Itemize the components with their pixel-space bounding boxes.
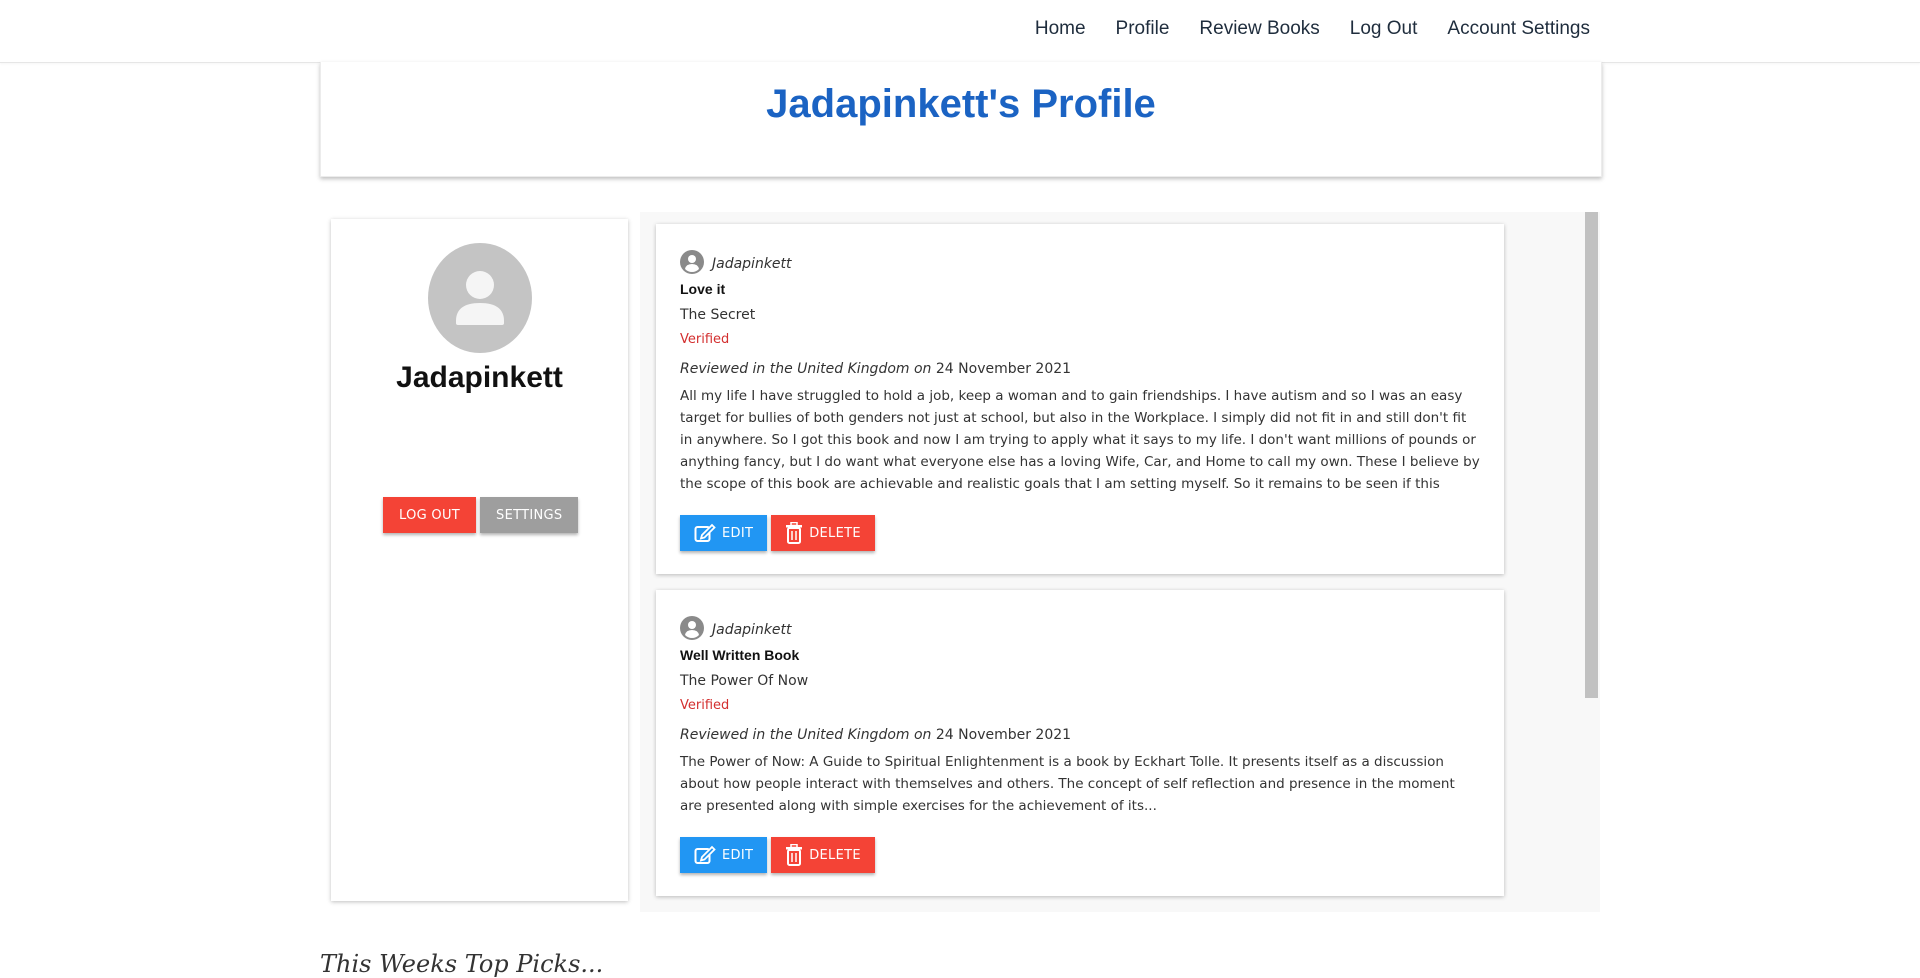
page-title: Jadapinkett's Profile — [766, 82, 1156, 126]
review-location: Reviewed in the United Kingdom on — [680, 361, 932, 377]
review-date: 24 November 2021 — [935, 361, 1072, 377]
logout-button[interactable]: LOG OUT — [383, 497, 477, 533]
edit-label: EDIT — [722, 525, 754, 541]
edit-review-button[interactable]: EDIT — [680, 837, 768, 873]
review-user: Jadapinkett — [680, 616, 792, 640]
review-book-title: The Power Of Now — [680, 673, 809, 689]
nav-review-books-link[interactable]: Review Books — [1199, 18, 1319, 40]
review-card: Jadapinkett Well Written Book The Power … — [656, 590, 1504, 896]
nav-links: Home Profile Review Books Log Out Accoun… — [1005, 18, 1590, 40]
verified-badge: Verified — [680, 698, 730, 713]
profile-card: Jadapinkett LOG OUT SETTINGS — [331, 219, 628, 901]
review-username: Jadapinkett — [712, 622, 792, 638]
page-title-card: Jadapinkett's Profile — [320, 62, 1602, 177]
edit-review-button[interactable]: EDIT — [680, 515, 768, 551]
review-body: The Power of Now: A Guide to Spiritual E… — [680, 754, 1455, 814]
reviews-scrollbar[interactable] — [1585, 212, 1598, 698]
settings-button[interactable]: SETTINGS — [480, 497, 579, 533]
delete-label: DELETE — [809, 525, 861, 541]
top-picks-heading: This Weeks Top Picks... — [320, 950, 604, 978]
review-location: Reviewed in the United Kingdom on — [680, 727, 932, 743]
edit-icon — [694, 523, 716, 542]
review-meta: Reviewed in the United Kingdom on 24 Nov… — [680, 727, 1071, 743]
avatar — [428, 243, 532, 353]
review-user: Jadapinkett — [680, 250, 792, 274]
trash-icon — [786, 844, 803, 866]
review-body: All my life I have struggled to hold a j… — [680, 388, 1480, 492]
delete-label: DELETE — [809, 847, 861, 863]
review-username: Jadapinkett — [712, 256, 792, 272]
edit-label: EDIT — [722, 847, 754, 863]
review-title: Love it — [680, 281, 726, 297]
profile-name: Jadapinkett — [396, 361, 563, 394]
profile-actions: LOG OUT SETTINGS — [383, 497, 579, 533]
user-circle-icon — [680, 250, 704, 274]
review-card: Jadapinkett Love it The Secret Verified … — [656, 224, 1504, 574]
top-navbar: Home Profile Review Books Log Out Accoun… — [0, 0, 1920, 63]
delete-review-button[interactable]: DELETE — [771, 515, 875, 551]
nav-home-link[interactable]: Home — [1035, 18, 1086, 40]
delete-review-button[interactable]: DELETE — [771, 837, 875, 873]
review-title: Well Written Book — [680, 647, 800, 663]
review-meta: Reviewed in the United Kingdom on 24 Nov… — [680, 361, 1071, 377]
review-actions: EDIT DELETE — [680, 515, 875, 551]
verified-badge: Verified — [680, 332, 730, 347]
review-date: 24 November 2021 — [935, 727, 1072, 743]
trash-icon — [786, 522, 803, 544]
review-book-title: The Secret — [680, 307, 756, 323]
nav-account-settings-link[interactable]: Account Settings — [1447, 18, 1590, 40]
review-actions: EDIT DELETE — [680, 837, 875, 873]
user-circle-icon — [680, 616, 704, 640]
edit-icon — [694, 845, 716, 864]
nav-log-out-link[interactable]: Log Out — [1350, 18, 1418, 40]
nav-profile-link[interactable]: Profile — [1116, 18, 1170, 40]
user-icon — [456, 271, 504, 325]
